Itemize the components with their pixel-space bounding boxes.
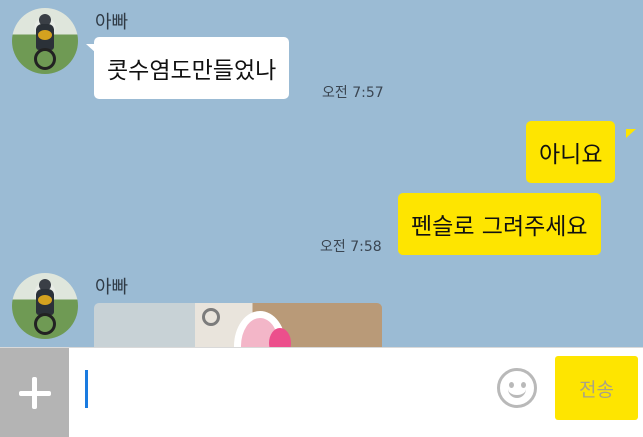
message-timestamp: 오전 7:57 bbox=[322, 85, 384, 101]
emoticon-icon[interactable] bbox=[497, 368, 537, 408]
message-composer: 전송 bbox=[0, 347, 643, 437]
incoming-message-bubble[interactable]: 콧수염도만들었나 bbox=[94, 37, 290, 99]
plus-icon[interactable] bbox=[0, 348, 69, 437]
sender-name: 아빠 bbox=[95, 12, 129, 33]
photo-attachment[interactable] bbox=[94, 303, 382, 347]
text-caret bbox=[85, 370, 88, 408]
message-timestamp: 오전 7:58 bbox=[320, 239, 382, 255]
send-button[interactable]: 전송 bbox=[555, 356, 638, 420]
chat-area[interactable]: 아빠 콧수염도만들었나 오전 7:57 아니요 오전 7:58 펜슬로 그려주세… bbox=[0, 0, 643, 347]
outgoing-message-bubble[interactable]: 아니요 bbox=[526, 121, 616, 183]
outgoing-message-bubble[interactable]: 펜슬로 그려주세요 bbox=[398, 193, 601, 255]
sender-name: 아빠 bbox=[95, 277, 129, 298]
sender-avatar[interactable] bbox=[12, 273, 78, 339]
sender-avatar[interactable] bbox=[12, 8, 78, 74]
message-input[interactable] bbox=[80, 364, 480, 412]
